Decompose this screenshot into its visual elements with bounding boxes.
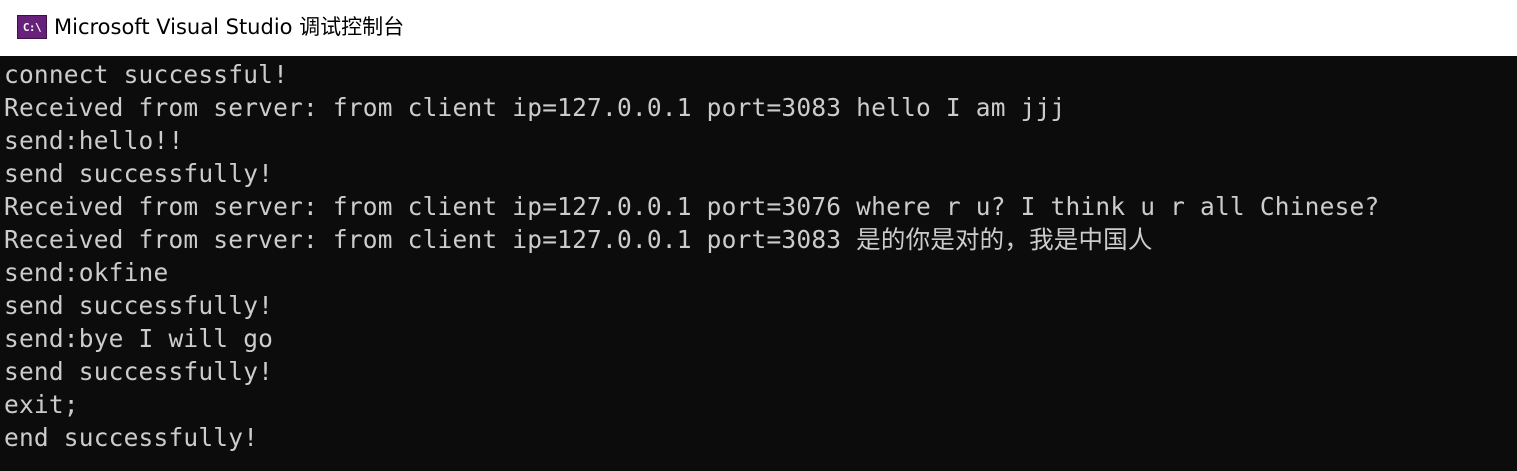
console-lines: connect successful! Received from server… <box>4 58 1379 454</box>
window-title: Microsoft Visual Studio 调试控制台 <box>54 15 405 39</box>
console-line: send:bye I will go <box>4 324 274 353</box>
console-line: end successfully! <box>4 423 259 452</box>
console-line: send successfully! <box>4 159 274 188</box>
console-line: send:okfine <box>4 258 169 287</box>
console-line: send successfully! <box>4 357 274 386</box>
console-line: send:hello!! <box>4 126 184 155</box>
console-line: send successfully! <box>4 291 274 320</box>
console-line: connect successful! <box>4 60 289 89</box>
console-line: Received from server: from client ip=127… <box>4 225 1153 254</box>
console-window: C:\ Microsoft Visual Studio 调试控制台 connec… <box>0 0 1517 471</box>
console-line: exit; <box>4 390 79 419</box>
console-output[interactable]: connect successful! Received from server… <box>0 56 1517 471</box>
console-line: Received from server: from client ip=127… <box>4 93 1066 122</box>
title-bar[interactable]: C:\ Microsoft Visual Studio 调试控制台 <box>0 0 1517 56</box>
console-line: Received from server: from client ip=127… <box>4 192 1380 221</box>
visual-studio-console-icon: C:\ <box>17 15 47 39</box>
